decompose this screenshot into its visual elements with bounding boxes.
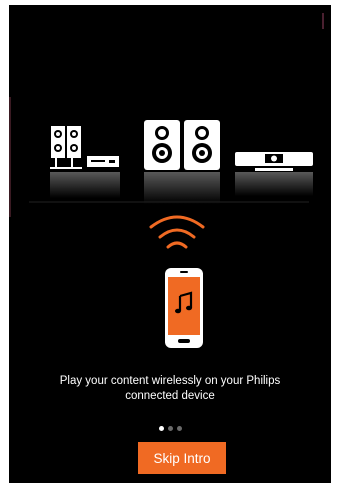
soundbar-icon (235, 152, 313, 196)
edge-accent (322, 13, 324, 29)
page-dot-3 (176, 426, 182, 431)
wifi-signal-icon (149, 215, 205, 249)
caption-line-2: connected device (125, 390, 215, 402)
hifi-system-icon (50, 126, 120, 198)
bookshelf-speakers-icon (144, 120, 220, 204)
page-dot-2 (167, 426, 173, 431)
page-indicator (9, 426, 331, 431)
onboarding-screen: Play your content wirelessly on your Phi… (9, 5, 331, 483)
skip-intro-button[interactable]: Skip Intro (138, 442, 226, 474)
caption-line-1: Play your content wirelessly on your Phi… (59, 375, 281, 387)
smartphone-music-icon (165, 268, 203, 348)
devices-illustration (29, 120, 313, 204)
page-dot-1 (158, 426, 164, 431)
intro-caption: Play your content wirelessly on your Phi… (9, 374, 331, 404)
